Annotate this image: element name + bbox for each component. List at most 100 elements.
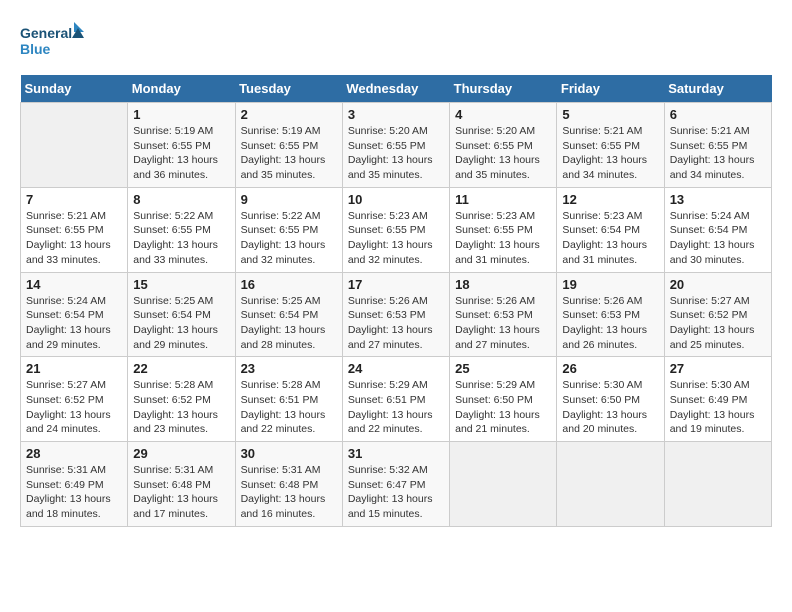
header-day-monday: Monday: [128, 75, 235, 103]
day-number: 16: [241, 277, 337, 292]
day-info: Sunrise: 5:19 AMSunset: 6:55 PMDaylight:…: [241, 124, 337, 183]
day-number: 5: [562, 107, 658, 122]
day-number: 27: [670, 361, 766, 376]
day-info: Sunrise: 5:21 AMSunset: 6:55 PMDaylight:…: [670, 124, 766, 183]
day-number: 29: [133, 446, 229, 461]
calendar-cell: 27 Sunrise: 5:30 AMSunset: 6:49 PMDayligh…: [664, 357, 771, 442]
calendar-cell: 24 Sunrise: 5:29 AMSunset: 6:51 PMDayligh…: [342, 357, 449, 442]
day-number: 9: [241, 192, 337, 207]
day-number: 8: [133, 192, 229, 207]
calendar-cell: 4Sunrise: 5:20 AMSunset: 6:55 PMDaylight…: [450, 103, 557, 188]
day-info: Sunrise: 5:21 AMSunset: 6:55 PMDaylight:…: [26, 209, 122, 268]
day-info: Sunrise: 5:24 AMSunset: 6:54 PMDaylight:…: [26, 294, 122, 353]
day-info: Sunrise: 5:29 AMSunset: 6:51 PMDaylight:…: [348, 378, 444, 437]
day-number: 26: [562, 361, 658, 376]
logo: General Blue: [20, 20, 90, 65]
day-info: Sunrise: 5:28 AMSunset: 6:51 PMDaylight:…: [241, 378, 337, 437]
day-info: Sunrise: 5:26 AMSunset: 6:53 PMDaylight:…: [455, 294, 551, 353]
day-number: 13: [670, 192, 766, 207]
calendar-cell: [557, 442, 664, 527]
calendar-header-row: SundayMondayTuesdayWednesdayThursdayFrid…: [21, 75, 772, 103]
day-info: Sunrise: 5:25 AMSunset: 6:54 PMDaylight:…: [241, 294, 337, 353]
header: General Blue: [20, 20, 772, 65]
header-day-sunday: Sunday: [21, 75, 128, 103]
day-number: 12: [562, 192, 658, 207]
day-info: Sunrise: 5:27 AMSunset: 6:52 PMDaylight:…: [26, 378, 122, 437]
day-info: Sunrise: 5:25 AMSunset: 6:54 PMDaylight:…: [133, 294, 229, 353]
header-day-thursday: Thursday: [450, 75, 557, 103]
day-number: 22: [133, 361, 229, 376]
calendar-cell: 11 Sunrise: 5:23 AMSunset: 6:55 PMDayligh…: [450, 187, 557, 272]
calendar-cell: 8 Sunrise: 5:22 AMSunset: 6:55 PMDaylight…: [128, 187, 235, 272]
day-info: Sunrise: 5:23 AMSunset: 6:55 PMDaylight:…: [348, 209, 444, 268]
calendar-cell: 28Sunrise: 5:31 AMSunset: 6:49 PMDayligh…: [21, 442, 128, 527]
calendar-cell: 23 Sunrise: 5:28 AMSunset: 6:51 PMDayligh…: [235, 357, 342, 442]
calendar-cell: 13Sunrise: 5:24 AMSunset: 6:54 PMDayligh…: [664, 187, 771, 272]
day-number: 30: [241, 446, 337, 461]
day-number: 28: [26, 446, 122, 461]
day-info: Sunrise: 5:28 AMSunset: 6:52 PMDaylight:…: [133, 378, 229, 437]
calendar-cell: 25Sunrise: 5:29 AMSunset: 6:50 PMDayligh…: [450, 357, 557, 442]
header-day-saturday: Saturday: [664, 75, 771, 103]
day-info: Sunrise: 5:30 AMSunset: 6:49 PMDaylight:…: [670, 378, 766, 437]
calendar-cell: 19 Sunrise: 5:26 AMSunset: 6:53 PMDayligh…: [557, 272, 664, 357]
svg-text:General: General: [20, 25, 72, 41]
calendar-cell: [664, 442, 771, 527]
day-number: 24: [348, 361, 444, 376]
day-info: Sunrise: 5:26 AMSunset: 6:53 PMDaylight:…: [562, 294, 658, 353]
day-number: 3: [348, 107, 444, 122]
day-number: 7: [26, 192, 122, 207]
calendar-cell: 2 Sunrise: 5:19 AMSunset: 6:55 PMDaylight…: [235, 103, 342, 188]
calendar-cell: 10 Sunrise: 5:23 AMSunset: 6:55 PMDayligh…: [342, 187, 449, 272]
day-number: 10: [348, 192, 444, 207]
day-number: 25: [455, 361, 551, 376]
day-number: 18: [455, 277, 551, 292]
logo-svg: General Blue: [20, 20, 90, 65]
calendar-cell: 5 Sunrise: 5:21 AMSunset: 6:55 PMDaylight…: [557, 103, 664, 188]
header-day-friday: Friday: [557, 75, 664, 103]
week-row-1: 1Sunrise: 5:19 AMSunset: 6:55 PMDaylight…: [21, 103, 772, 188]
calendar-cell: [450, 442, 557, 527]
day-info: Sunrise: 5:22 AMSunset: 6:55 PMDaylight:…: [241, 209, 337, 268]
calendar-cell: 16 Sunrise: 5:25 AMSunset: 6:54 PMDayligh…: [235, 272, 342, 357]
calendar-cell: 3 Sunrise: 5:20 AMSunset: 6:55 PMDaylight…: [342, 103, 449, 188]
day-info: Sunrise: 5:31 AMSunset: 6:48 PMDaylight:…: [241, 463, 337, 522]
calendar-cell: 6 Sunrise: 5:21 AMSunset: 6:55 PMDaylight…: [664, 103, 771, 188]
calendar-cell: 15 Sunrise: 5:25 AMSunset: 6:54 PMDayligh…: [128, 272, 235, 357]
day-info: Sunrise: 5:20 AMSunset: 6:55 PMDaylight:…: [455, 124, 551, 183]
day-number: 21: [26, 361, 122, 376]
calendar-cell: 7 Sunrise: 5:21 AMSunset: 6:55 PMDaylight…: [21, 187, 128, 272]
day-number: 15: [133, 277, 229, 292]
day-info: Sunrise: 5:19 AMSunset: 6:55 PMDaylight:…: [133, 124, 229, 183]
day-info: Sunrise: 5:30 AMSunset: 6:50 PMDaylight:…: [562, 378, 658, 437]
calendar-cell: 18 Sunrise: 5:26 AMSunset: 6:53 PMDayligh…: [450, 272, 557, 357]
day-number: 17: [348, 277, 444, 292]
calendar-cell: 9 Sunrise: 5:22 AMSunset: 6:55 PMDaylight…: [235, 187, 342, 272]
day-info: Sunrise: 5:32 AMSunset: 6:47 PMDaylight:…: [348, 463, 444, 522]
day-number: 11: [455, 192, 551, 207]
day-info: Sunrise: 5:21 AMSunset: 6:55 PMDaylight:…: [562, 124, 658, 183]
day-number: 23: [241, 361, 337, 376]
calendar-cell: 17 Sunrise: 5:26 AMSunset: 6:53 PMDayligh…: [342, 272, 449, 357]
week-row-2: 7 Sunrise: 5:21 AMSunset: 6:55 PMDaylight…: [21, 187, 772, 272]
day-number: 14: [26, 277, 122, 292]
day-info: Sunrise: 5:22 AMSunset: 6:55 PMDaylight:…: [133, 209, 229, 268]
calendar-cell: 14 Sunrise: 5:24 AMSunset: 6:54 PMDayligh…: [21, 272, 128, 357]
calendar-cell: 31 Sunrise: 5:32 AMSunset: 6:47 PMDayligh…: [342, 442, 449, 527]
week-row-5: 28Sunrise: 5:31 AMSunset: 6:49 PMDayligh…: [21, 442, 772, 527]
calendar-cell: [21, 103, 128, 188]
day-info: Sunrise: 5:27 AMSunset: 6:52 PMDaylight:…: [670, 294, 766, 353]
day-number: 20: [670, 277, 766, 292]
day-info: Sunrise: 5:23 AMSunset: 6:55 PMDaylight:…: [455, 209, 551, 268]
day-number: 31: [348, 446, 444, 461]
day-number: 19: [562, 277, 658, 292]
day-number: 2: [241, 107, 337, 122]
header-day-tuesday: Tuesday: [235, 75, 342, 103]
day-info: Sunrise: 5:20 AMSunset: 6:55 PMDaylight:…: [348, 124, 444, 183]
svg-text:Blue: Blue: [20, 41, 51, 57]
week-row-4: 21 Sunrise: 5:27 AMSunset: 6:52 PMDayligh…: [21, 357, 772, 442]
day-info: Sunrise: 5:26 AMSunset: 6:53 PMDaylight:…: [348, 294, 444, 353]
calendar-cell: 21 Sunrise: 5:27 AMSunset: 6:52 PMDayligh…: [21, 357, 128, 442]
calendar-cell: 20 Sunrise: 5:27 AMSunset: 6:52 PMDayligh…: [664, 272, 771, 357]
day-number: 6: [670, 107, 766, 122]
